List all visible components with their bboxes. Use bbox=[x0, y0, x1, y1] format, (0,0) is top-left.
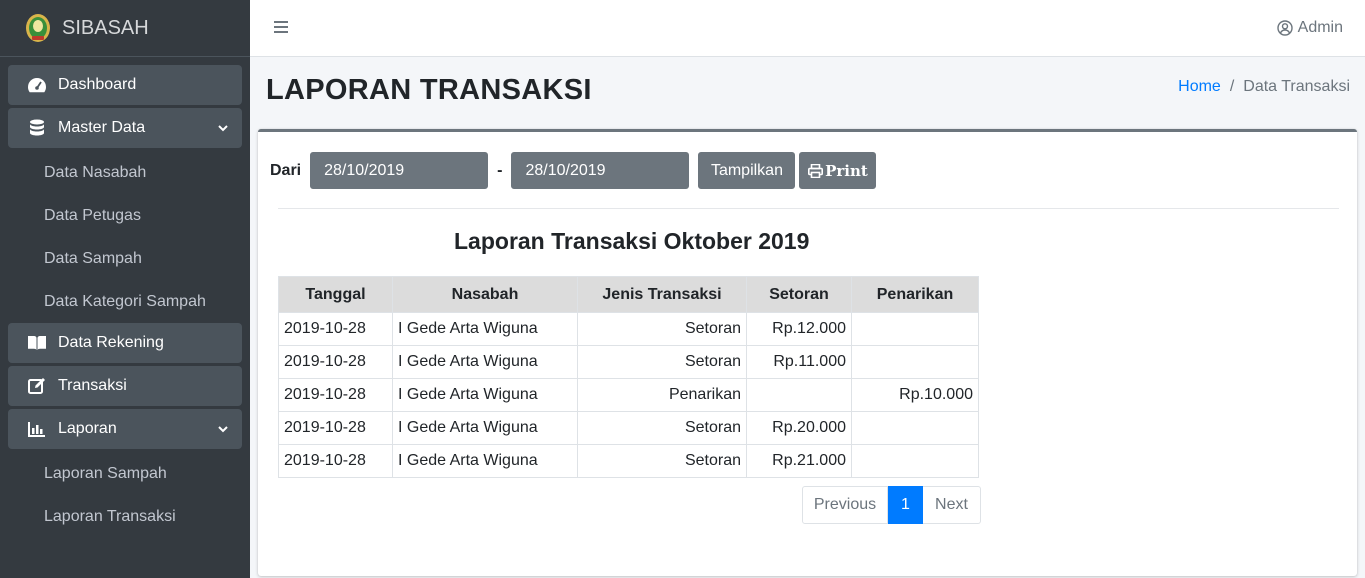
sidebar-item-label: Transaksi bbox=[58, 377, 127, 394]
sidebar-item-dashboard[interactable]: Dashboard bbox=[8, 65, 242, 105]
sidebar-item-laporan[interactable]: Laporan bbox=[8, 409, 242, 449]
chevron-down-icon bbox=[218, 426, 228, 433]
cell-date: 2019-10-28 bbox=[278, 378, 393, 412]
table-row: 2019-10-28 I Gede Arta Wiguna Penarikan … bbox=[278, 378, 979, 412]
brand-link[interactable]: SIBASAH bbox=[0, 0, 250, 57]
print-button[interactable]: Print bbox=[799, 152, 877, 189]
sidebar-item-label: Master Data bbox=[58, 119, 146, 136]
date-filter: Dari - Tampilkan Print bbox=[270, 152, 877, 189]
sidebar-item-label: Data Rekening bbox=[58, 334, 164, 351]
table-row: 2019-10-28 I Gede Arta Wiguna Setoran Rp… bbox=[278, 312, 979, 346]
report-card: Dari - Tampilkan Print Laporan Transaksi… bbox=[258, 129, 1357, 576]
table-row: 2019-10-28 I Gede Arta Wiguna Setoran Rp… bbox=[278, 444, 979, 478]
cell-withdrawal: Rp.10.000 bbox=[851, 378, 979, 412]
date-to-input[interactable] bbox=[511, 152, 690, 189]
table-row: 2019-10-28 I Gede Arta Wiguna Setoran Rp… bbox=[278, 411, 979, 445]
table-header-row: Tanggal Nasabah Jenis Transaksi Setoran … bbox=[278, 276, 979, 313]
table-row: 2019-10-28 I Gede Arta Wiguna Setoran Rp… bbox=[278, 345, 979, 379]
cell-deposit: Rp.20.000 bbox=[746, 411, 852, 445]
cell-type: Penarikan bbox=[577, 378, 747, 412]
date-from-input[interactable] bbox=[310, 152, 489, 189]
sidebar-item-label: Laporan bbox=[58, 420, 117, 437]
page-title: LAPORAN TRANSAKSI bbox=[266, 74, 592, 106]
breadcrumb-home-link[interactable]: Home bbox=[1178, 78, 1221, 96]
emblem-logo bbox=[26, 14, 50, 42]
transactions-table: Tanggal Nasabah Jenis Transaksi Setoran … bbox=[278, 276, 979, 478]
sidebar-item-data-rekening[interactable]: Data Rekening bbox=[8, 323, 242, 363]
user-circle-icon bbox=[1276, 20, 1293, 36]
sidebar-item-data-kategori-sampah[interactable]: Data Kategori Sampah bbox=[8, 280, 242, 323]
tachometer-icon bbox=[26, 76, 48, 94]
cell-date: 2019-10-28 bbox=[278, 411, 393, 445]
sidebar-item-transaksi[interactable]: Transaksi bbox=[8, 366, 242, 406]
date-range-separator: - bbox=[497, 161, 503, 179]
cell-withdrawal bbox=[851, 411, 979, 445]
sidebar: SIBASAH Dashboard Master Data Data Nasab… bbox=[0, 0, 250, 578]
show-button[interactable]: Tampilkan bbox=[698, 152, 796, 189]
cell-withdrawal bbox=[851, 444, 979, 478]
top-navbar: Admin bbox=[250, 0, 1365, 57]
cell-customer: I Gede Arta Wiguna bbox=[392, 312, 578, 346]
database-icon bbox=[26, 119, 48, 137]
sidebar-item-label: Dashboard bbox=[58, 76, 137, 93]
column-header: Setoran bbox=[746, 276, 852, 313]
book-icon bbox=[26, 334, 48, 352]
sidebar-item-laporan-transaksi[interactable]: Laporan Transaksi bbox=[8, 495, 242, 538]
column-header: Tanggal bbox=[278, 276, 393, 313]
column-header: Jenis Transaksi bbox=[577, 276, 747, 313]
cell-customer: I Gede Arta Wiguna bbox=[392, 345, 578, 379]
sidebar-nav: Dashboard Master Data Data Nasabah Data … bbox=[0, 57, 250, 538]
report-title: Laporan Transaksi Oktober 2019 bbox=[454, 228, 810, 254]
sidebar-item-data-petugas[interactable]: Data Petugas bbox=[8, 194, 242, 237]
menu-toggle-icon[interactable] bbox=[274, 21, 288, 33]
pagination-next[interactable]: Next bbox=[923, 486, 981, 524]
cell-deposit: Rp.21.000 bbox=[746, 444, 852, 478]
pagination: Previous 1 Next bbox=[802, 486, 981, 524]
cell-withdrawal bbox=[851, 345, 979, 379]
cell-date: 2019-10-28 bbox=[278, 312, 393, 346]
breadcrumb: Home / Data Transaksi bbox=[1178, 78, 1350, 96]
cell-withdrawal bbox=[851, 312, 979, 346]
sidebar-item-laporan-sampah[interactable]: Laporan Sampah bbox=[8, 452, 242, 495]
sidebar-item-data-sampah[interactable]: Data Sampah bbox=[8, 237, 242, 280]
print-button-label: Print bbox=[825, 161, 868, 180]
chevron-down-icon bbox=[218, 125, 228, 132]
cell-deposit: Rp.11.000 bbox=[746, 345, 852, 379]
cell-customer: I Gede Arta Wiguna bbox=[392, 378, 578, 412]
print-icon bbox=[808, 163, 824, 178]
breadcrumb-current: Data Transaksi bbox=[1243, 78, 1350, 95]
cell-type: Setoran bbox=[577, 345, 747, 379]
brand-name: SIBASAH bbox=[62, 16, 149, 39]
sidebar-item-data-nasabah[interactable]: Data Nasabah bbox=[8, 151, 242, 194]
cell-customer: I Gede Arta Wiguna bbox=[392, 411, 578, 445]
cell-type: Setoran bbox=[577, 312, 747, 346]
user-name: Admin bbox=[1297, 19, 1343, 36]
pagination-page-1[interactable]: 1 bbox=[888, 486, 923, 524]
cell-type: Setoran bbox=[577, 444, 747, 478]
user-menu[interactable]: Admin bbox=[1276, 19, 1343, 37]
column-header: Nasabah bbox=[392, 276, 578, 313]
cell-date: 2019-10-28 bbox=[278, 345, 393, 379]
edit-icon bbox=[26, 377, 48, 395]
bar-chart-icon bbox=[26, 420, 48, 438]
divider bbox=[278, 208, 1339, 209]
cell-deposit: Rp.12.000 bbox=[746, 312, 852, 346]
cell-customer: I Gede Arta Wiguna bbox=[392, 444, 578, 478]
cell-type: Setoran bbox=[577, 411, 747, 445]
sidebar-item-master-data[interactable]: Master Data bbox=[8, 108, 242, 148]
column-header: Penarikan bbox=[851, 276, 979, 313]
cell-deposit bbox=[746, 378, 852, 412]
breadcrumb-separator: / bbox=[1229, 78, 1235, 95]
pagination-previous[interactable]: Previous bbox=[802, 486, 888, 524]
cell-date: 2019-10-28 bbox=[278, 444, 393, 478]
date-from-label: Dari bbox=[270, 161, 302, 179]
